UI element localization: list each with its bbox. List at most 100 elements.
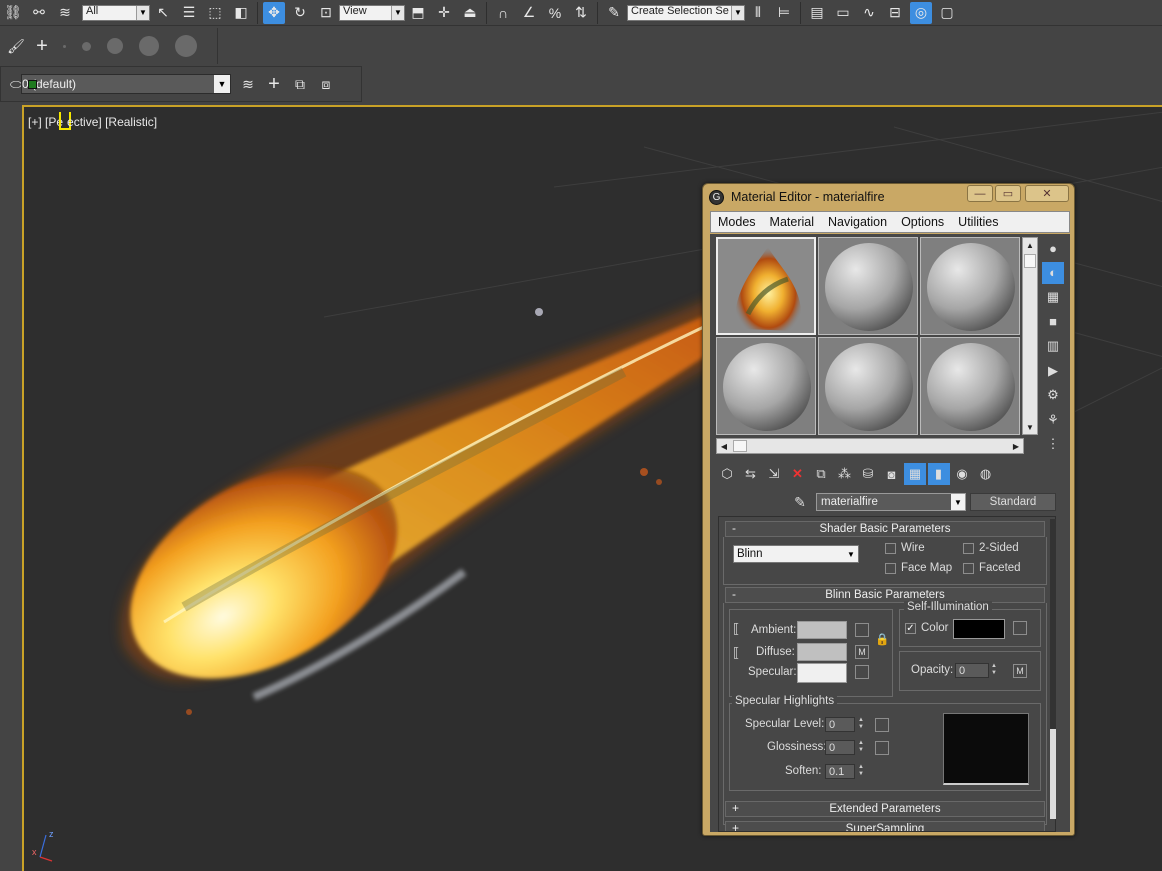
video-color-check-icon[interactable]: ▥: [1042, 335, 1064, 357]
ribbon-toggle-icon[interactable]: ▭: [832, 2, 854, 24]
assign-material-to-selection-icon[interactable]: ⇲: [763, 463, 785, 485]
add-selection-to-layer-icon[interactable]: ⧉: [289, 73, 311, 95]
reset-map-icon[interactable]: ✕: [787, 463, 809, 485]
brush-preset-largest[interactable]: [175, 35, 197, 57]
lock-icon[interactable]: 🔒: [875, 632, 889, 646]
bind-space-warp-icon[interactable]: ≋: [54, 2, 76, 24]
make-material-copy-icon[interactable]: ⧉: [810, 463, 832, 485]
maximize-button[interactable]: ▭: [995, 185, 1021, 202]
spinner-arrows-icon[interactable]: ▲ ▼: [989, 663, 999, 678]
percent-snap-icon[interactable]: %: [544, 2, 566, 24]
material-editor-titlebar[interactable]: G Material Editor - materialfire — ▭ ✕: [703, 184, 1074, 210]
sample-slot[interactable]: [818, 337, 918, 435]
render-setup-icon[interactable]: ▢: [936, 2, 958, 24]
specular-map-button[interactable]: [855, 665, 869, 679]
sample-slots-vertical-scrollbar[interactable]: ▲ ▼: [1022, 237, 1038, 435]
self-illumination-map-button[interactable]: [1013, 621, 1027, 635]
shader-basic-parameters-header[interactable]: - Shader Basic Parameters: [725, 521, 1045, 537]
opacity-spinner[interactable]: 0: [955, 663, 989, 678]
select-by-material-icon[interactable]: ⚘: [1042, 409, 1064, 431]
glossiness-spinner[interactable]: 0: [825, 740, 855, 755]
lock-bracket-icon[interactable]: ⟦: [733, 621, 739, 637]
show-end-result-icon[interactable]: ▮: [927, 463, 950, 485]
wire-checkbox[interactable]: [885, 543, 896, 554]
create-new-layer-icon[interactable]: +: [263, 73, 285, 95]
sample-slots-horizontal-scrollbar[interactable]: ◀ ▶: [716, 438, 1024, 454]
self-illumination-color-checkbox[interactable]: ✓: [905, 623, 916, 634]
curve-editor-icon[interactable]: ∿: [858, 2, 880, 24]
make-unique-icon[interactable]: ⁂: [834, 463, 856, 485]
menu-modes[interactable]: Modes: [711, 215, 763, 229]
viewport-view-menu[interactable]: [Pe ective]: [45, 112, 102, 130]
brush-preset-small[interactable]: [82, 41, 91, 51]
align-icon[interactable]: ⊨: [773, 2, 795, 24]
spinner-arrows-icon[interactable]: ▲ ▼: [856, 740, 866, 755]
eyedropper-icon[interactable]: ✎: [790, 492, 810, 512]
sample-slot[interactable]: [920, 237, 1020, 335]
select-by-name-icon[interactable]: ☰: [178, 2, 200, 24]
specular-level-map-button[interactable]: [875, 718, 889, 732]
scroll-up-icon[interactable]: ▲: [1023, 238, 1037, 252]
snaps-toggle-icon[interactable]: ∩: [492, 2, 514, 24]
schematic-view-icon[interactable]: ⊟: [884, 2, 906, 24]
viewport-shading-menu[interactable]: [Realistic]: [105, 115, 157, 129]
go-to-parent-icon[interactable]: ◉: [951, 463, 973, 485]
scroll-thumb[interactable]: [733, 440, 747, 452]
select-and-rotate-icon[interactable]: ↻: [289, 2, 311, 24]
brush-preset-smallest[interactable]: [63, 44, 66, 48]
make-preview-icon[interactable]: ▶: [1042, 360, 1064, 382]
select-object-icon[interactable]: ↖: [152, 2, 174, 24]
material-type-button[interactable]: Standard: [970, 493, 1056, 511]
select-link-icon[interactable]: ⛓: [2, 2, 24, 24]
edit-named-selection-icon[interactable]: ✎: [603, 2, 625, 24]
layer-manager-icon[interactable]: ▤: [806, 2, 828, 24]
current-layer-dropdown[interactable]: 0 (default) ▼: [21, 74, 231, 94]
viewport-label-menu[interactable]: [+] [Pe ective] [Realistic]: [28, 112, 157, 130]
keyboard-shortcut-override-icon[interactable]: ⏏: [459, 2, 481, 24]
viewport-general-menu[interactable]: [+]: [28, 115, 42, 129]
mirror-icon[interactable]: ⫴: [747, 2, 769, 24]
sample-slot-fire[interactable]: [716, 237, 816, 335]
show-shaded-material-icon[interactable]: ▦: [904, 463, 926, 485]
sample-type-icon[interactable]: ●: [1042, 237, 1064, 259]
material-id-channel-icon[interactable]: ◙: [881, 463, 903, 485]
faceted-checkbox[interactable]: [963, 563, 974, 574]
face-map-checkbox[interactable]: [885, 563, 896, 574]
select-objects-in-layer-icon[interactable]: ⧈: [315, 73, 337, 95]
rollouts-scrollbar[interactable]: [1050, 519, 1056, 819]
select-and-scale-icon[interactable]: ⊡: [315, 2, 337, 24]
self-illumination-color-swatch[interactable]: [953, 619, 1005, 639]
unlink-selection-icon[interactable]: ⚯: [28, 2, 50, 24]
go-forward-to-sibling-icon[interactable]: ◍: [975, 463, 997, 485]
reference-coordinate-dropdown[interactable]: View ▼: [339, 4, 405, 21]
spinner-arrows-icon[interactable]: ▲ ▼: [856, 717, 866, 732]
put-material-to-scene-icon[interactable]: ⇆: [740, 463, 762, 485]
options-icon[interactable]: ⚙: [1042, 384, 1064, 406]
glossiness-map-button[interactable]: [875, 741, 889, 755]
scroll-thumb[interactable]: [1024, 254, 1036, 268]
select-and-move-icon[interactable]: ✥: [263, 1, 285, 24]
scroll-down-icon[interactable]: ▼: [1023, 420, 1037, 434]
selection-filter-dropdown[interactable]: All ▼: [82, 4, 150, 21]
ambient-color-swatch[interactable]: [797, 621, 847, 639]
brush-preset-large[interactable]: [139, 36, 159, 56]
sample-slot[interactable]: [920, 337, 1020, 435]
backlight-icon[interactable]: ◐: [1042, 261, 1064, 284]
spinner-snap-icon[interactable]: ⇅: [570, 2, 592, 24]
layer-manager-icon[interactable]: ≋: [237, 73, 259, 95]
brush-preset-medium[interactable]: [107, 38, 123, 54]
soften-spinner[interactable]: 0.1: [825, 764, 855, 779]
material-editor-icon[interactable]: ◎: [910, 1, 932, 24]
sample-uv-tiling-icon[interactable]: ■: [1042, 311, 1064, 333]
menu-utilities[interactable]: Utilities: [951, 215, 1005, 229]
rectangular-selection-icon[interactable]: ⬚: [204, 2, 226, 24]
minimize-button[interactable]: —: [967, 185, 993, 202]
opacity-map-button[interactable]: M: [1013, 664, 1027, 678]
sample-slot[interactable]: [818, 237, 918, 335]
extended-parameters-header[interactable]: + Extended Parameters: [725, 801, 1045, 817]
supersampling-header[interactable]: + SuperSampling: [725, 821, 1045, 831]
spinner-arrows-icon[interactable]: ▲ ▼: [856, 764, 866, 779]
scroll-right-icon[interactable]: ▶: [1009, 439, 1023, 453]
angle-snap-icon[interactable]: ∠: [518, 2, 540, 24]
named-selection-sets-dropdown[interactable]: Create Selection Se ▼: [627, 4, 745, 21]
